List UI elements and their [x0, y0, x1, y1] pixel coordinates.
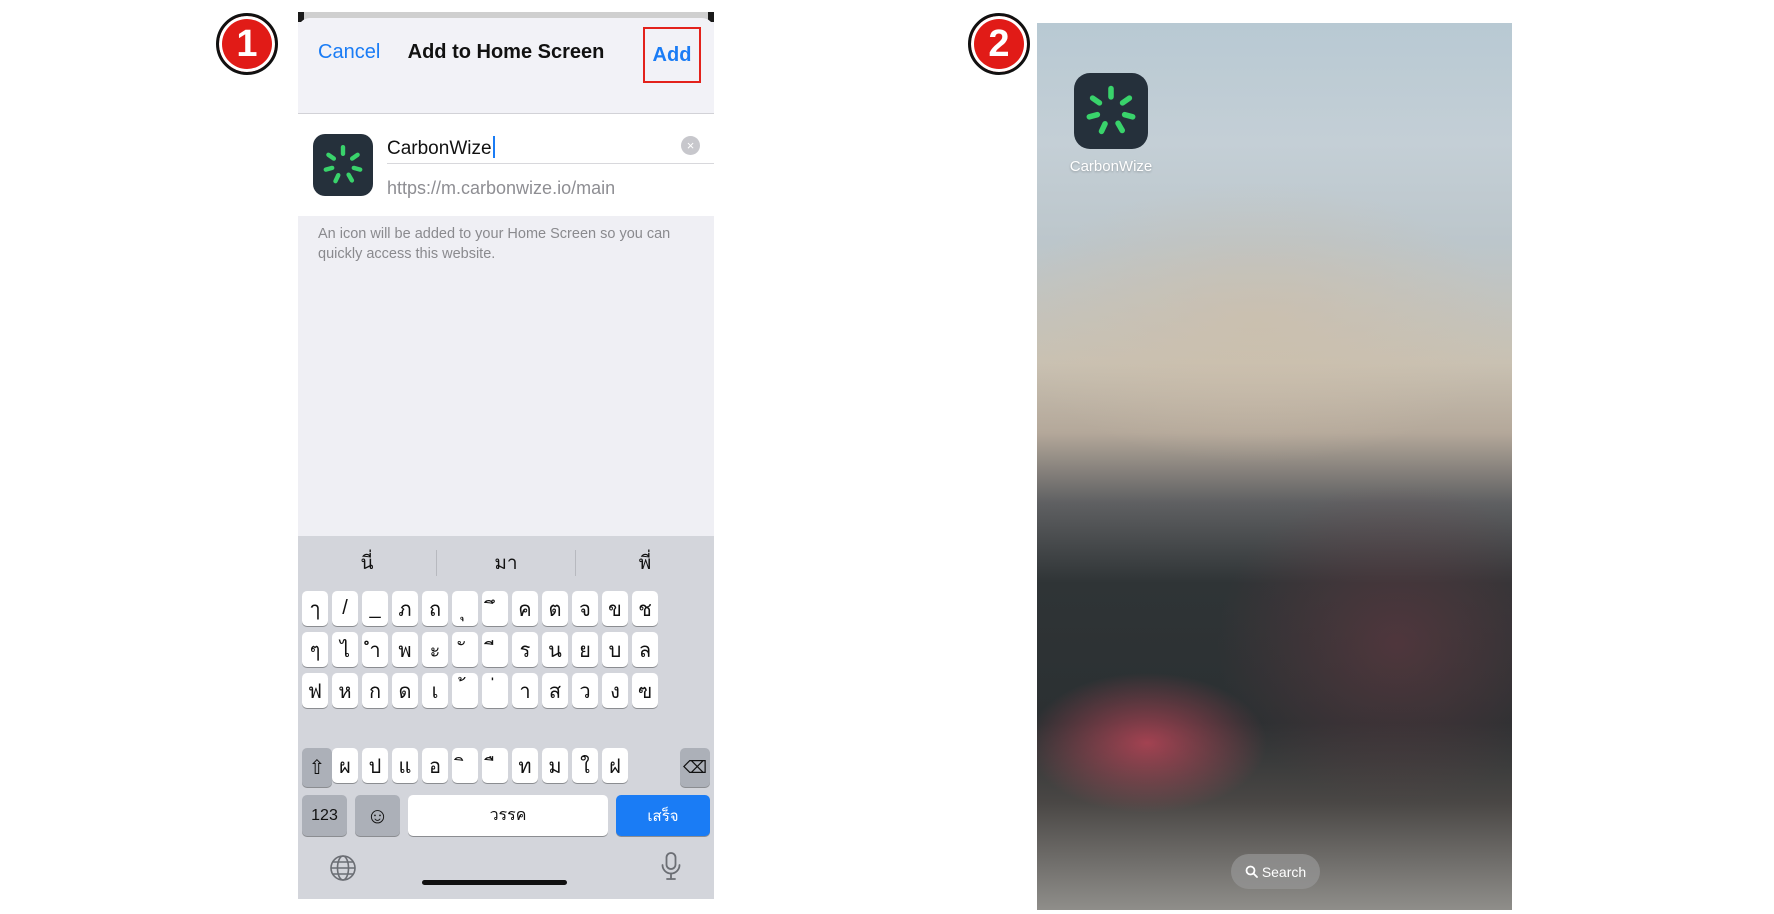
done-key[interactable]: เสร็จ [616, 795, 710, 836]
keyboard-key[interactable]: บ [602, 632, 628, 667]
microphone-icon[interactable] [659, 851, 683, 883]
add-to-home-screen-phone: Cancel Add to Home Screen Add CarbonWize… [298, 12, 714, 899]
keyboard-key[interactable]: ึ [482, 591, 508, 626]
thai-keyboard: นี่ มา พี่ ๅ/_ภถุึคตจขชๆไำพะัีรนยบลฟหกดเ… [298, 536, 714, 899]
keyboard-key[interactable]: อ [422, 748, 448, 783]
keyboard-key[interactable]: ช [632, 591, 658, 626]
emoji-key[interactable]: ☺ [355, 795, 400, 836]
shift-key[interactable]: ⇧ [302, 748, 332, 787]
globe-icon[interactable] [329, 854, 357, 882]
keyboard-key[interactable]: ี [482, 632, 508, 667]
keyboard-key[interactable]: ห [332, 673, 358, 708]
keyboard-key[interactable]: ๆ [302, 632, 328, 667]
carbonwize-app-icon [313, 134, 373, 196]
keyboard-key[interactable]: ั [452, 632, 478, 667]
carbonwize-logo-icon [323, 145, 363, 184]
keyboard-key[interactable]: ป [362, 748, 388, 783]
keyboard-key[interactable]: ง [602, 673, 628, 708]
keyboard-key[interactable]: ฝ [602, 748, 628, 783]
numbers-key[interactable]: 123 [302, 795, 347, 836]
keyboard-key[interactable]: ื [482, 748, 508, 783]
suggestion-1[interactable]: นี่ [298, 548, 436, 578]
keyboard-key[interactable]: ใ [572, 748, 598, 783]
keyboard-key[interactable]: ผ [332, 748, 358, 783]
name-input[interactable]: CarbonWize × [387, 124, 714, 164]
spotlight-search-button[interactable]: Search [1231, 854, 1320, 889]
keyboard-key[interactable]: ม [542, 748, 568, 783]
keyboard-key[interactable]: ่ [482, 673, 508, 708]
keyboard-key[interactable]: ฃ [632, 673, 658, 708]
delete-key[interactable]: ⌫ [680, 748, 710, 787]
add-button[interactable]: Add [643, 27, 701, 83]
home-app-label: CarbonWize [1069, 158, 1153, 175]
carbonwize-home-icon[interactable] [1074, 73, 1148, 149]
keyboard-key[interactable]: ค [512, 591, 538, 626]
keyboard-key[interactable]: ว [572, 673, 598, 708]
clear-text-button[interactable]: × [681, 136, 700, 155]
keyboard-key[interactable]: ข [602, 591, 628, 626]
keyboard-key[interactable]: ต [542, 591, 568, 626]
keyboard-key[interactable]: / [332, 591, 358, 626]
keyboard-key[interactable]: ส [542, 673, 568, 708]
keyboard-key[interactable]: ถ [422, 591, 448, 626]
keyboard-key[interactable]: จ [572, 591, 598, 626]
suggestion-bar: นี่ มา พี่ [298, 536, 714, 588]
keyboard-key[interactable]: ภ [392, 591, 418, 626]
home-screen-phone: CarbonWize Search [1037, 23, 1512, 910]
text-caret [492, 136, 495, 158]
keyboard-key[interactable]: ้ [452, 673, 478, 708]
suggestion-2[interactable]: มา [437, 548, 575, 578]
bookmark-form: CarbonWize × https://m.carbonwize.io/mai… [298, 114, 714, 216]
home-indicator [422, 880, 567, 885]
keyboard-key[interactable]: ำ [362, 632, 388, 667]
keyboard-key[interactable]: า [512, 673, 538, 708]
keyboard-key[interactable]: ไ [332, 632, 358, 667]
keyboard-key[interactable]: ฟ [302, 673, 328, 708]
search-label: Search [1261, 863, 1307, 880]
keyboard-key[interactable]: _ [362, 591, 388, 626]
keyboard-key[interactable]: ก [362, 673, 388, 708]
keyboard-key[interactable]: แ [392, 748, 418, 783]
keyboard-key[interactable]: ด [392, 673, 418, 708]
keyboard-key[interactable]: ะ [422, 632, 448, 667]
suggestion-3[interactable]: พี่ [576, 548, 714, 578]
keyboard-key[interactable]: ย [572, 632, 598, 667]
search-icon [1245, 865, 1258, 878]
keyboard-key[interactable]: น [542, 632, 568, 667]
info-description: An icon will be added to your Home Scree… [318, 226, 671, 262]
keyboard-key[interactable]: ท [512, 748, 538, 783]
step-badge-2: 2 [968, 13, 1030, 75]
keyboard-key[interactable]: ล [632, 632, 658, 667]
name-input-value: CarbonWize [387, 138, 492, 159]
space-key[interactable]: วรรค [408, 795, 608, 836]
keyboard-key[interactable]: ๅ [302, 591, 328, 626]
step-badge-1: 1 [216, 13, 278, 75]
keyboard-key[interactable]: ิ [452, 748, 478, 783]
keyboard-key[interactable]: พ [392, 632, 418, 667]
sheet-header: Cancel Add to Home Screen Add [298, 18, 714, 114]
carbonwize-logo-icon [1086, 85, 1136, 135]
keyboard-key[interactable]: ุ [452, 591, 478, 626]
keyboard-key[interactable]: เ [422, 673, 448, 708]
url-field: https://m.carbonwize.io/main [387, 178, 616, 198]
keyboard-key[interactable]: ร [512, 632, 538, 667]
